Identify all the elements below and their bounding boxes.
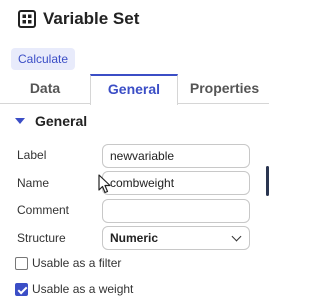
general-section-header[interactable]: General [0, 104, 269, 138]
section-title: General [35, 113, 88, 129]
label-field-label: Label [17, 148, 47, 162]
panel-header: Variable Set [0, 0, 269, 40]
weight-checkbox-label: Usable as a weight [32, 282, 134, 296]
filter-checkbox-label: Usable as a filter [32, 256, 122, 270]
tab-bar: Data General Properties [0, 74, 269, 105]
scrollbar-handle[interactable] [266, 166, 269, 196]
caret-down-icon[interactable] [15, 118, 25, 124]
name-input[interactable]: combweight [102, 171, 250, 195]
name-field-label: Name [17, 176, 50, 190]
calculate-button[interactable]: Calculate [11, 48, 76, 70]
filter-checkbox[interactable] [15, 257, 28, 270]
grid-icon [18, 10, 36, 28]
chevron-down-icon [231, 231, 242, 242]
structure-field-label: Structure [17, 231, 66, 245]
tab-general[interactable]: General [90, 74, 178, 105]
label-input[interactable]: newvariable [102, 144, 250, 168]
tab-properties[interactable]: Properties [180, 74, 269, 104]
mouse-pointer-icon [98, 174, 111, 194]
structure-select[interactable]: Numeric [102, 226, 250, 250]
weight-checkbox[interactable] [15, 283, 28, 296]
tab-data[interactable]: Data [0, 74, 90, 104]
comment-input[interactable] [102, 199, 250, 223]
structure-select-value: Numeric [110, 231, 159, 245]
comment-field-label: Comment [17, 203, 70, 217]
panel-title: Variable Set [43, 9, 140, 28]
